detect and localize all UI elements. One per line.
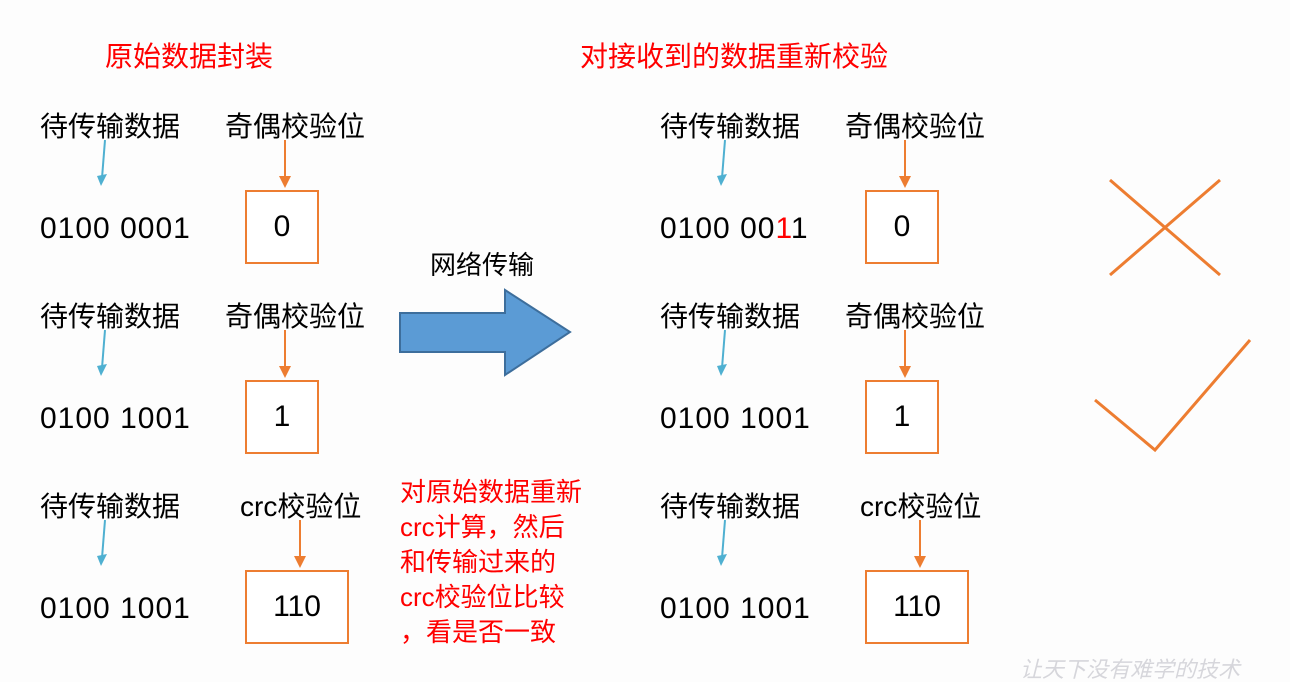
check-icon [1085, 330, 1255, 460]
receiver-row1-parity-box: 0 [865, 190, 939, 264]
arrow-right-icon [395, 285, 575, 380]
note-line2: crc计算，然后 [400, 512, 565, 542]
sender-row3-data-label: 待传输数据 [40, 485, 180, 525]
receiver-row3-data: 0100 1001 [660, 592, 811, 626]
arrow-down-icon [290, 520, 310, 570]
sender-row2-parity-box: 1 [245, 380, 319, 454]
receiver-row2-parity-label: 奇偶校验位 [845, 295, 985, 335]
arrow-down-icon [895, 140, 915, 190]
sender-row2-data: 0100 1001 [40, 402, 191, 436]
arrow-down-icon [715, 520, 735, 570]
note-line3: 和传输过来的 [400, 547, 556, 577]
arrow-down-icon [715, 140, 735, 190]
note-line4: crc校验位比较 [400, 582, 565, 612]
arrow-down-icon [275, 330, 295, 380]
arrow-down-icon [95, 520, 115, 570]
receiver-row3-crc-box: 110 [865, 570, 969, 644]
sender-row2-data-label: 待传输数据 [40, 295, 180, 335]
receiver-row3-data-label: 待传输数据 [660, 485, 800, 525]
title-right: 对接收到的数据重新校验 [580, 35, 888, 75]
arrow-down-icon [715, 330, 735, 380]
sender-row1-parity-box: 0 [245, 190, 319, 264]
sender-row1-data: 0100 0001 [40, 212, 191, 246]
title-left: 原始数据封装 [105, 35, 273, 75]
cross-icon [1100, 170, 1230, 290]
receiver-row2-parity-box: 1 [865, 380, 939, 454]
sender-row1-data-label: 待传输数据 [40, 105, 180, 145]
receiver-row2-data: 0100 1001 [660, 402, 811, 436]
watermark-text: 让天下没有难学的技术 [1020, 652, 1240, 682]
sender-row1-parity-label: 奇偶校验位 [225, 105, 365, 145]
crc-note: 对原始数据重新 crc计算，然后 和传输过来的 crc校验位比较 ，看是否一致 [400, 475, 620, 650]
receiver-row1-data: 0100 0011 [660, 212, 809, 246]
note-line5: ，看是否一致 [400, 617, 556, 647]
receiver-row1-prefix: 0100 00 [660, 212, 775, 245]
note-line1: 对原始数据重新 [400, 477, 582, 507]
receiver-row1-flipped-bit: 1 [775, 212, 790, 245]
sender-row3-crc-label: crc校验位 [240, 485, 361, 525]
arrow-down-icon [95, 140, 115, 190]
receiver-row1-data-label: 待传输数据 [660, 105, 800, 145]
arrow-down-icon [95, 330, 115, 380]
receiver-row1-suffix: 1 [791, 212, 809, 245]
arrow-down-icon [275, 140, 295, 190]
arrow-down-icon [910, 520, 930, 570]
receiver-row3-crc-label: crc校验位 [860, 485, 981, 525]
arrow-down-icon [895, 330, 915, 380]
receiver-row1-parity-label: 奇偶校验位 [845, 105, 985, 145]
sender-row3-crc-box: 110 [245, 570, 349, 644]
sender-row2-parity-label: 奇偶校验位 [225, 295, 365, 335]
sender-row3-data: 0100 1001 [40, 592, 191, 626]
transfer-label: 网络传输 [430, 245, 534, 282]
receiver-row2-data-label: 待传输数据 [660, 295, 800, 335]
